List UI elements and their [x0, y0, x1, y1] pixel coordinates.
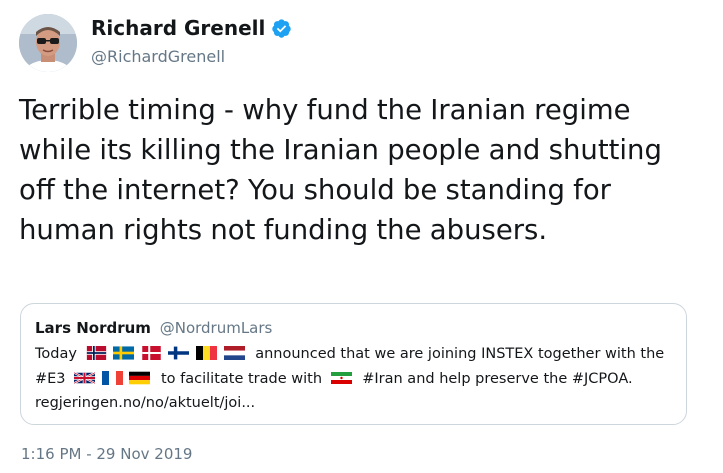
germany-flag-icon [129, 371, 151, 385]
quoted-text-line-1: Today announced that we are joining INST… [35, 344, 664, 364]
author-handle[interactable]: @RichardGrenell [91, 47, 225, 67]
quoted-author-name: Lars Nordrum [35, 319, 151, 337]
finland-flag-icon [168, 346, 190, 360]
uk-flag-icon [74, 371, 96, 385]
sweden-flag-icon [113, 346, 135, 360]
iran-flag-icon [330, 371, 352, 385]
avatar[interactable] [19, 14, 77, 72]
quoted-link[interactable]: regjeringen.no/no/aktuelt/joi... [35, 393, 255, 413]
quoted-text-announced: announced that we are joining INSTEX tog… [255, 346, 665, 362]
author-name-row: Richard Grenell [91, 16, 292, 40]
france-flag-icon [101, 371, 123, 385]
quoted-text-iran: #Iran and help preserve the #JCPOA. [362, 371, 633, 387]
tweet-text: Terrible timing - why fund the Iranian r… [19, 94, 662, 246]
tweet-timestamp[interactable]: 1:16 PM - 29 Nov 2019 [21, 444, 192, 464]
hashtag-e3[interactable]: #E3 [35, 371, 66, 387]
netherlands-flag-icon [223, 346, 245, 360]
quoted-tweet[interactable]: Lars Nordrum @NordrumLars Today announce… [20, 303, 687, 425]
belgium-flag-icon [195, 346, 217, 360]
tweet-card: Richard Grenell @RichardGrenell Terrible… [0, 0, 723, 473]
verified-badge-icon [271, 18, 292, 39]
quoted-text-facilitate: to facilitate trade with [160, 371, 323, 387]
quoted-text-today: Today [35, 346, 77, 362]
quoted-text-line-2: #E3 to facilitate trade with #Iran and h… [35, 369, 633, 389]
norway-flag-icon [86, 346, 107, 360]
quoted-author-handle: @NordrumLars [159, 319, 273, 337]
quoted-tweet-header: Lars Nordrum @NordrumLars [35, 318, 272, 338]
denmark-flag-icon [141, 346, 162, 360]
author-display-name[interactable]: Richard Grenell [91, 16, 265, 40]
